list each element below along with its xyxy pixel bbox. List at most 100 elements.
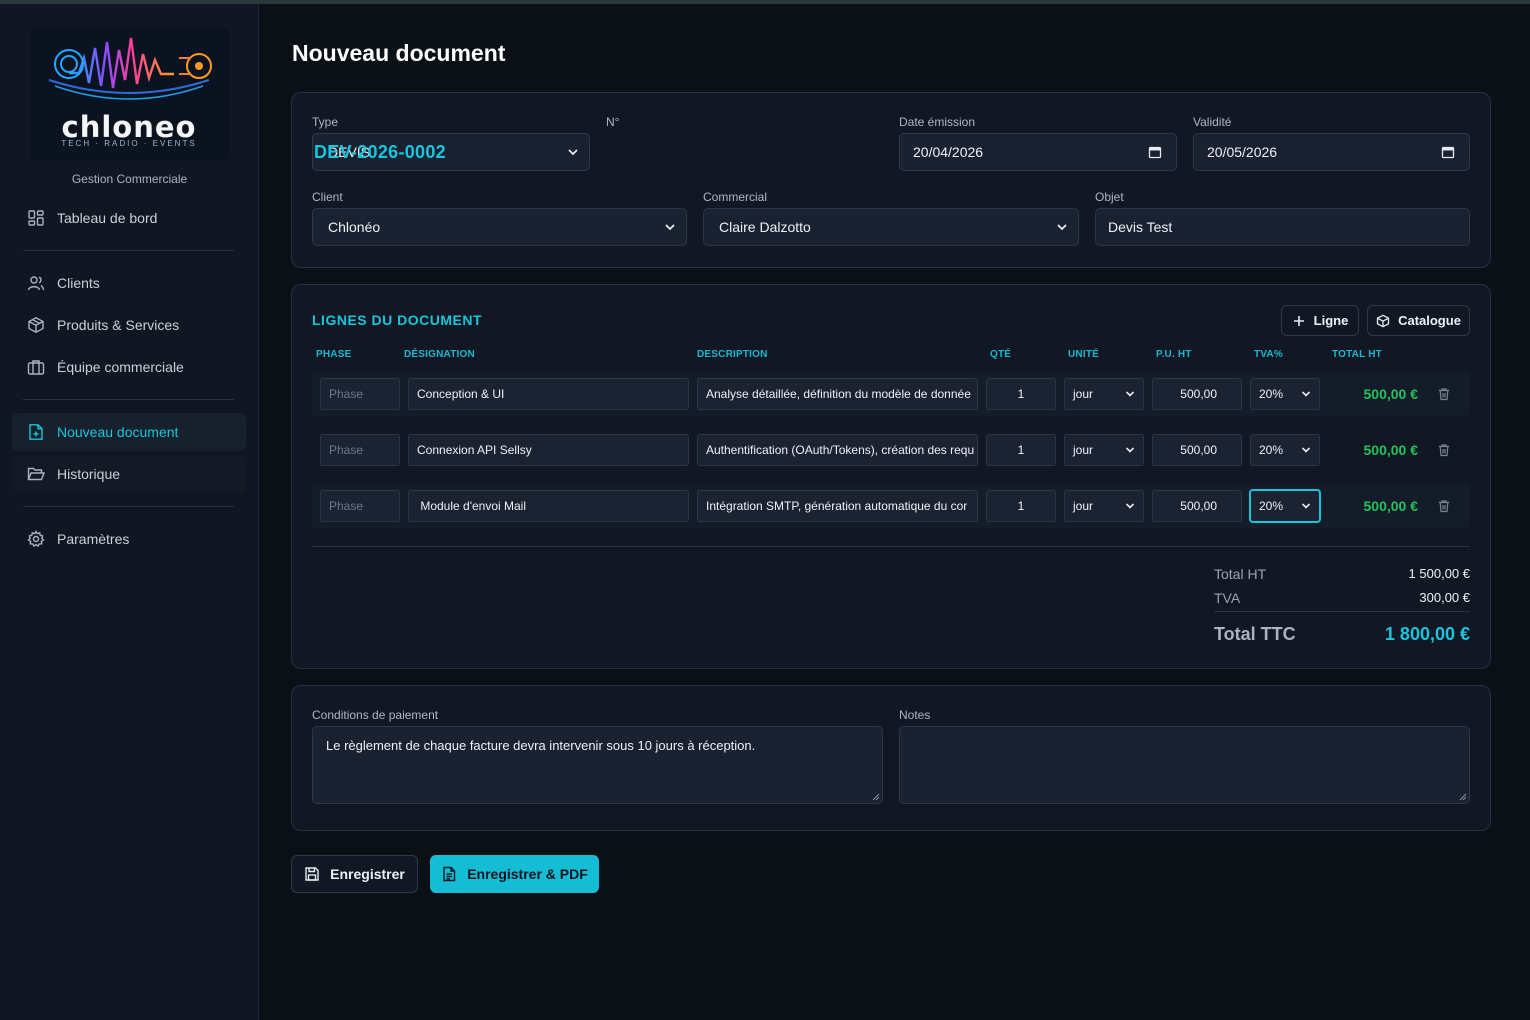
briefcase-icon (27, 358, 45, 376)
sidebar-item-history[interactable]: Historique (12, 455, 246, 493)
vat-select[interactable]: 20% (1250, 378, 1320, 410)
notes-textarea[interactable] (899, 726, 1470, 804)
file-plus-icon (27, 423, 45, 441)
sales-select[interactable]: Claire Dalzotto (703, 208, 1079, 246)
description-input[interactable]: Analyse détaillée, définition du modèle … (697, 378, 978, 410)
sidebar-item-clients[interactable]: Clients (12, 264, 246, 302)
users-icon (27, 274, 45, 292)
vat-select[interactable]: 20% (1250, 490, 1320, 522)
calendar-icon[interactable] (1441, 145, 1455, 159)
object-label: Objet (1095, 190, 1124, 204)
save-pdf-button[interactable]: Enregistrer & PDF (430, 855, 599, 893)
sidebar-item-label: Nouveau document (57, 424, 179, 440)
total-ttc-value: 1 800,00 € (1384, 624, 1470, 644)
vat-select-value: 20% (1259, 443, 1284, 457)
unit-select[interactable]: jour (1064, 490, 1144, 522)
unit-select[interactable]: jour (1064, 434, 1144, 466)
date-label: Date émission (899, 115, 976, 129)
sales-label: Commercial (703, 190, 768, 204)
calendar-icon[interactable] (1148, 145, 1162, 159)
sidebar-item-team[interactable]: Équipe commerciale (12, 348, 246, 386)
add-line-label: Ligne (1313, 313, 1349, 328)
phase-input[interactable]: Phase (320, 490, 400, 522)
app-subtitle: Gestion Commerciale (71, 172, 188, 186)
logo-tagline: TECH · RADIO · EVENTS (61, 139, 197, 148)
notes-label: Notes (899, 708, 931, 722)
sidebar-item-products[interactable]: Produits & Services (12, 306, 246, 344)
qty-input[interactable]: 1 (986, 378, 1056, 410)
phase-input[interactable]: Phase (320, 434, 400, 466)
catalogue-label: Catalogue (1398, 313, 1461, 328)
client-select-value: Chlonéo (328, 219, 381, 235)
lines-section-title: LIGNES DU DOCUMENT (312, 312, 482, 328)
package-icon (27, 316, 45, 334)
unit-select[interactable]: jour (1064, 378, 1144, 410)
validity-label: Validité (1193, 115, 1232, 129)
row-total: 500,00 € (1363, 498, 1419, 514)
add-line-button[interactable]: Ligne (1281, 305, 1359, 336)
file-text-icon (441, 866, 457, 882)
logo: chloneo TECH · RADIO · EVENTS (29, 28, 229, 161)
validity-input[interactable]: 20/05/2026 (1193, 133, 1470, 171)
col-header-description: DESCRIPTION (697, 349, 768, 360)
price-input[interactable]: 500,00 (1152, 490, 1242, 522)
trash-icon[interactable] (1437, 387, 1451, 401)
save-button[interactable]: Enregistrer (291, 855, 418, 893)
phase-input[interactable]: Phase (320, 378, 400, 410)
payment-textarea-value: Le règlement de chaque facture devra int… (326, 738, 756, 753)
totals-divider (1214, 611, 1470, 612)
designation-input[interactable]: Conception & UI (408, 378, 689, 410)
catalogue-button[interactable]: Catalogue (1367, 305, 1470, 336)
vat-select-value: 20% (1259, 499, 1284, 513)
save-pdf-label: Enregistrer & PDF (467, 866, 588, 882)
trash-icon[interactable] (1437, 443, 1451, 457)
sales-select-value: Claire Dalzotto (719, 219, 811, 235)
date-input[interactable]: 20/04/2026 (899, 133, 1177, 171)
save-icon (304, 866, 320, 882)
row-total: 500,00 € (1363, 442, 1419, 458)
resize-handle-icon[interactable] (872, 793, 880, 801)
logo-wave-icon (48, 37, 212, 100)
plus-icon (1292, 314, 1306, 328)
price-input[interactable]: 500,00 (1152, 434, 1242, 466)
page-title: Nouveau document (292, 40, 506, 66)
chevron-down-icon (1301, 503, 1311, 509)
object-input[interactable]: Devis Test (1095, 208, 1470, 246)
sidebar-item-settings[interactable]: Paramètres (12, 520, 246, 558)
chevron-down-icon (1125, 447, 1135, 453)
client-label: Client (312, 190, 343, 204)
chevron-down-icon (1301, 447, 1311, 453)
total-ttc-label: Total TTC (1214, 624, 1296, 644)
col-header-unit: UNITÉ (1068, 349, 1099, 360)
description-input[interactable]: Authentification (OAuth/Tokens), créatio… (697, 434, 978, 466)
qty-input[interactable]: 1 (986, 434, 1056, 466)
description-input[interactable]: Intégration SMTP, génération automatique… (697, 490, 978, 522)
sidebar-item-label: Paramètres (57, 531, 130, 547)
total-ht-value: 1 500,00 € (1408, 566, 1470, 581)
document-number: DEV-2026-0002 (314, 142, 446, 162)
trash-icon[interactable] (1437, 499, 1451, 513)
sidebar-divider (23, 399, 234, 400)
resize-handle-icon[interactable] (1459, 793, 1467, 801)
chevron-down-icon (665, 224, 675, 231)
sidebar-item-new-document[interactable]: Nouveau document (12, 413, 246, 451)
unit-select-value: jour (1073, 499, 1094, 513)
sidebar-item-label: Tableau de bord (57, 210, 158, 226)
designation-input[interactable]: Connexion API Sellsy (408, 434, 689, 466)
tva-value: 300,00 € (1419, 590, 1470, 605)
package-icon (1376, 314, 1390, 328)
col-header-vat: TVA% (1254, 349, 1283, 360)
designation-input[interactable]: Module d'envoi Mail (408, 490, 689, 522)
client-select[interactable]: Chlonéo (312, 208, 687, 246)
qty-input[interactable]: 1 (986, 490, 1056, 522)
col-header-price: P.U. HT (1156, 349, 1192, 360)
sidebar: chloneo TECH · RADIO · EVENTS Gestion Co… (0, 4, 259, 1020)
chevron-down-icon (1125, 503, 1135, 509)
payment-textarea[interactable]: Le règlement de chaque facture devra int… (312, 726, 883, 804)
unit-select-value: jour (1073, 443, 1094, 457)
sidebar-item-dashboard[interactable]: Tableau de bord (12, 199, 246, 237)
type-label: Type (312, 115, 339, 129)
vat-select[interactable]: 20% (1250, 434, 1320, 466)
chevron-down-icon (1301, 391, 1311, 397)
price-input[interactable]: 500,00 (1152, 378, 1242, 410)
